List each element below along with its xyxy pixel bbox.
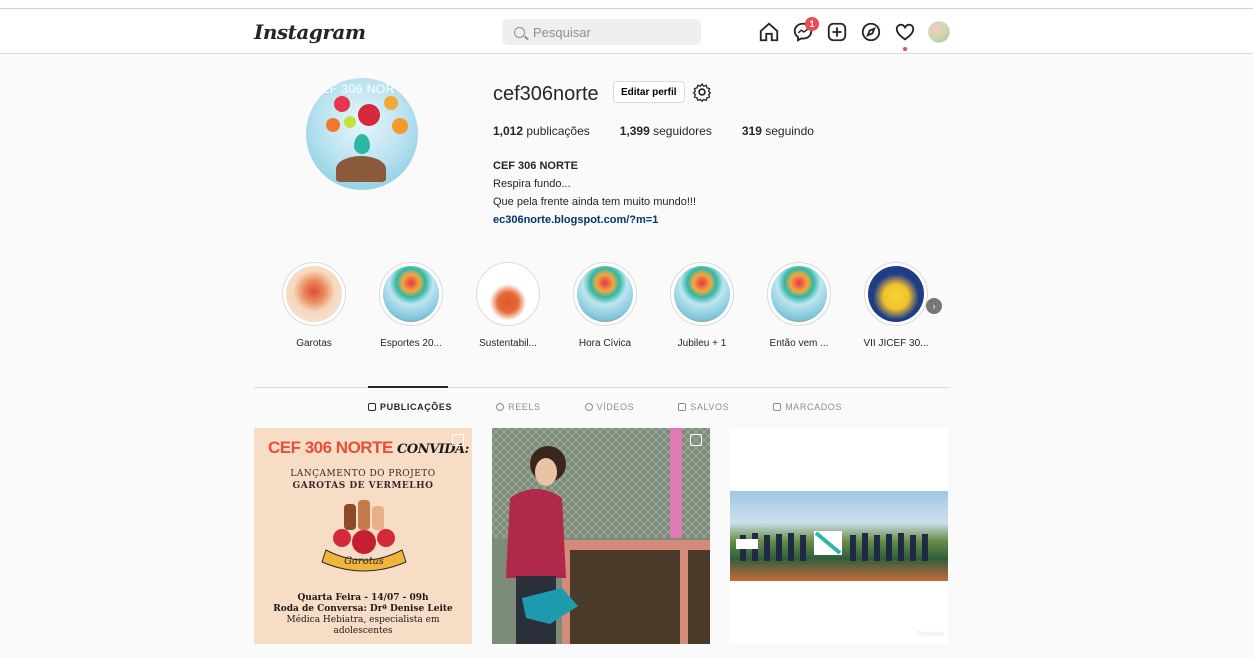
- post-thumbnail[interactable]: [492, 428, 710, 644]
- profile-picture[interactable]: CEF 306 NOR: [306, 78, 418, 190]
- explore-icon[interactable]: [860, 21, 882, 43]
- select-checkbox[interactable]: [452, 434, 464, 446]
- bookmark-icon: [678, 403, 687, 411]
- select-checkbox[interactable]: [690, 434, 702, 446]
- tab-reels[interactable]: REELS: [496, 402, 541, 412]
- instagram-logo[interactable]: Instagram: [254, 20, 366, 44]
- highlight-jicef[interactable]: VII JICEF 30...: [863, 262, 929, 349]
- top-navigation: Instagram Pesquisar 1: [0, 10, 1253, 54]
- grid-icon: [368, 403, 376, 411]
- new-post-icon[interactable]: [826, 21, 848, 43]
- post-subtitle: LANÇAMENTO DO PROJETO GAROTAS DE VERMELH…: [290, 469, 436, 491]
- browser-top-edge: [0, 0, 1253, 9]
- tab-publicacoes[interactable]: PUBLICAÇÕES: [368, 402, 452, 412]
- search-input[interactable]: Pesquisar: [502, 19, 701, 45]
- followers-stat[interactable]: 1,399 seguidores: [620, 124, 712, 138]
- fists-roses-illustration: Garotas: [321, 500, 407, 572]
- highlight-jubileu[interactable]: Jubileu + 1: [670, 262, 734, 349]
- video-icon: [584, 403, 593, 411]
- activity-heart-icon[interactable]: [894, 21, 916, 51]
- post-title: CEF 306 NORTE CONVIDA:: [268, 438, 469, 457]
- post-thumbnail[interactable]: Photolab: [730, 428, 948, 644]
- profile-bio: CEF 306 NORTE Respira fundo... Que pela …: [493, 157, 696, 229]
- following-stat[interactable]: 319 seguindo: [742, 124, 814, 138]
- search-icon: [514, 26, 525, 38]
- highlight-entao-vem[interactable]: Então vem ...: [767, 262, 831, 349]
- messages-badge: 1: [805, 17, 819, 31]
- gear-icon[interactable]: [692, 82, 712, 103]
- nav-icon-bar: 1: [758, 17, 950, 51]
- photo-watermark: Photolab: [916, 631, 944, 638]
- garden-photo: [492, 428, 710, 644]
- tab-salvos[interactable]: SALVOS: [678, 402, 729, 412]
- bio-line: Respira fundo...: [493, 178, 571, 190]
- messenger-icon[interactable]: 1: [792, 17, 819, 43]
- bio-link[interactable]: ec306norte.blogspot.com/?m=1: [493, 211, 696, 229]
- post-details: Quarta Feira - 14/07 - 09h Roda de Conve…: [273, 593, 453, 636]
- active-tab-indicator: [368, 386, 448, 388]
- avatar[interactable]: [928, 21, 950, 43]
- profile-picture-text: CEF 306 NOR: [312, 82, 395, 96]
- posts-grid: CEF 306 NORTE CONVIDA: LANÇAMENTO DO PRO…: [254, 428, 948, 644]
- post-thumbnail[interactable]: CEF 306 NORTE CONVIDA: LANÇAMENTO DO PRO…: [254, 428, 472, 644]
- bio-name: CEF 306 NORTE: [493, 160, 578, 172]
- profile-stats: 1,012 publicações 1,399 seguidores 319 s…: [493, 124, 814, 138]
- highlight-esportes[interactable]: Esportes 20...: [379, 262, 443, 349]
- reels-icon: [496, 403, 505, 411]
- bio-line: Que pela frente ainda tem muito mundo!!!: [493, 196, 697, 208]
- tagged-icon: [773, 403, 782, 411]
- search-placeholder: Pesquisar: [533, 24, 591, 40]
- profile-username: cef306norte: [493, 83, 599, 105]
- highlight-sustentabilidade[interactable]: Sustentabil...: [476, 262, 540, 349]
- svg-text:Garotas: Garotas: [344, 556, 384, 567]
- highlights-next-chevron-icon[interactable]: ›: [926, 298, 942, 314]
- group-photo: [730, 491, 948, 581]
- home-icon[interactable]: [758, 21, 780, 43]
- story-highlights: Garotas Esportes 20... Sustentabil... Ho…: [282, 262, 929, 349]
- activity-dot: [903, 47, 907, 51]
- profile-tabs: PUBLICAÇÕES REELS VÍDEOS SALVOS MARCADOS: [368, 402, 842, 412]
- tabs-divider: [254, 387, 949, 388]
- highlight-hora-civica[interactable]: Hora Cívica: [573, 262, 637, 349]
- tab-marcados[interactable]: MARCADOS: [773, 402, 842, 412]
- posts-stat: 1,012 publicações: [493, 124, 590, 138]
- highlight-garotas[interactable]: Garotas: [282, 262, 346, 349]
- tab-videos[interactable]: VÍDEOS: [584, 402, 635, 412]
- edit-profile-button[interactable]: Editar perfil: [613, 81, 685, 103]
